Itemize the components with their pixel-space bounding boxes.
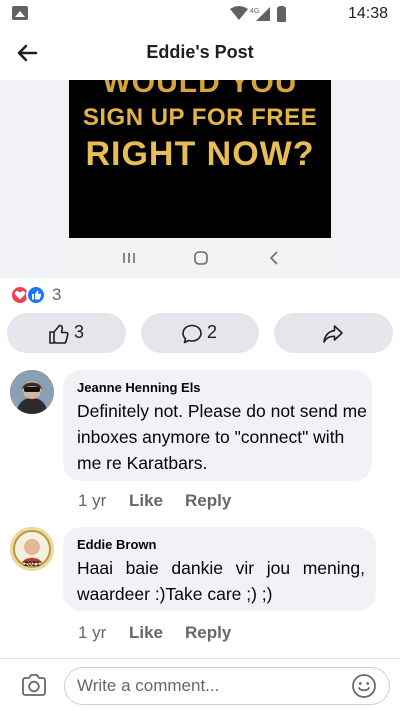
gallery-notification-icon [12, 6, 28, 20]
comment-reply-link[interactable]: Reply [185, 623, 231, 643]
comment-age: 1 yr [78, 491, 107, 510]
comment-text: Haai baie dankie vir jou mening, waardee… [77, 558, 365, 604]
emoji-icon[interactable] [350, 672, 378, 700]
like-reaction-icon [26, 285, 46, 305]
comment-author[interactable]: Jeanne Henning Els [77, 380, 201, 395]
share-button[interactable] [274, 313, 393, 353]
share-arrow-icon [323, 325, 343, 343]
comment-count: 2 [207, 322, 218, 342]
comment-meta: 1 yr Like Reply [78, 491, 278, 511]
network-type: 4G [250, 8, 259, 15]
status-bar: 4G 14:38 [0, 0, 400, 28]
home-circle-icon [194, 251, 208, 265]
like-count: 3 [74, 322, 85, 342]
post-image[interactable]: WOULD YOU SIGN UP FOR FREE RIGHT NOW? [69, 80, 331, 238]
screenshot-nav-bar [69, 238, 331, 278]
comment-input[interactable] [64, 667, 390, 705]
comment-button[interactable]: 2 [141, 313, 259, 353]
signal-battery-icons: 4G [230, 6, 286, 22]
comment-bubble[interactable]: Jeanne Henning Els Definitely not. Pleas… [63, 370, 372, 481]
post-image-line3: RIGHT NOW? [85, 135, 315, 173]
page-title: Eddie's Post [146, 42, 254, 62]
avatar-photo [10, 370, 54, 414]
avatar[interactable] [10, 370, 54, 414]
post-media-frame: WOULD YOU SIGN UP FOR FREE RIGHT NOW? [0, 80, 400, 278]
reaction-count: 3 [52, 285, 62, 304]
comment-like-link[interactable]: Like [129, 623, 163, 643]
comment-text: Definitely not. Please do not send me in… [77, 401, 367, 473]
comment-reply-link[interactable]: Reply [185, 491, 231, 511]
avatar[interactable]: 2021 [10, 527, 54, 571]
avatar-photo: 2021 [10, 527, 54, 571]
recent-apps-icon [123, 253, 135, 263]
post-image-line1: WOULD YOU [102, 80, 298, 99]
comment-meta: 1 yr Like Reply [78, 623, 278, 643]
like-button[interactable]: 3 [7, 313, 126, 353]
comment-like-link[interactable]: Like [129, 491, 163, 511]
thumbs-up-icon [49, 324, 69, 344]
camera-icon[interactable] [20, 672, 48, 698]
avatar-badge-year: 2021 [24, 561, 40, 568]
comment-composer [0, 659, 400, 711]
comment-age: 1 yr [78, 623, 107, 642]
comment-bubble[interactable]: Eddie Brown Haai baie dankie vir jou men… [63, 527, 376, 611]
back-chevron-icon [269, 251, 278, 265]
post-image-line2: SIGN UP FOR FREE [82, 104, 318, 131]
status-time: 14:38 [347, 5, 388, 22]
comment-author[interactable]: Eddie Brown [77, 537, 156, 552]
comment-bubble-icon [182, 324, 202, 344]
post-header: Eddie's Post [0, 28, 400, 80]
